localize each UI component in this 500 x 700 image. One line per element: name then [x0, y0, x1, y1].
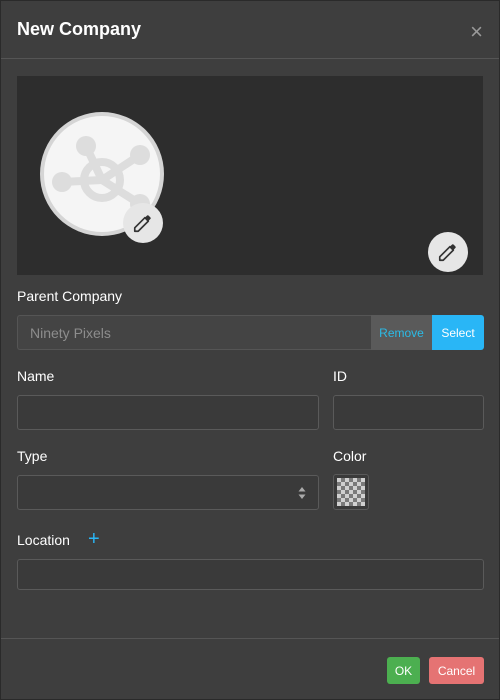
- banner-image-area: [17, 76, 483, 275]
- add-location-icon[interactable]: +: [88, 529, 100, 549]
- edit-banner-button[interactable]: [428, 232, 468, 272]
- edit-logo-button[interactable]: [123, 203, 163, 243]
- dialog-header: New Company ×: [1, 1, 499, 59]
- remove-parent-button[interactable]: Remove: [371, 315, 432, 350]
- select-parent-button[interactable]: Select: [432, 315, 484, 350]
- color-label: Color: [333, 448, 367, 464]
- new-company-dialog: New Company × Parent Company Ninety Pixe…: [0, 0, 500, 700]
- id-input[interactable]: [333, 395, 484, 430]
- name-input[interactable]: [17, 395, 319, 430]
- parent-company-group: Ninety Pixels Remove Select: [17, 315, 484, 350]
- type-select[interactable]: [17, 475, 319, 510]
- cancel-button[interactable]: Cancel: [429, 657, 484, 684]
- pencil-icon: [133, 215, 151, 233]
- parent-company-input[interactable]: Ninety Pixels: [17, 315, 371, 350]
- transparent-pattern-icon: [337, 478, 365, 506]
- id-label: ID: [333, 368, 347, 384]
- name-label: Name: [17, 368, 55, 384]
- close-icon[interactable]: ×: [470, 20, 483, 43]
- ok-button[interactable]: OK: [387, 657, 420, 684]
- dialog-title: New Company: [17, 19, 142, 39]
- location-label: Location: [17, 532, 70, 548]
- sort-arrows-icon: [298, 487, 306, 499]
- dialog-footer: [1, 638, 499, 699]
- pencil-icon: [438, 244, 456, 262]
- color-picker-swatch[interactable]: [333, 474, 369, 510]
- parent-company-label: Parent Company: [17, 288, 123, 304]
- type-label: Type: [17, 448, 48, 464]
- location-input[interactable]: [17, 559, 484, 590]
